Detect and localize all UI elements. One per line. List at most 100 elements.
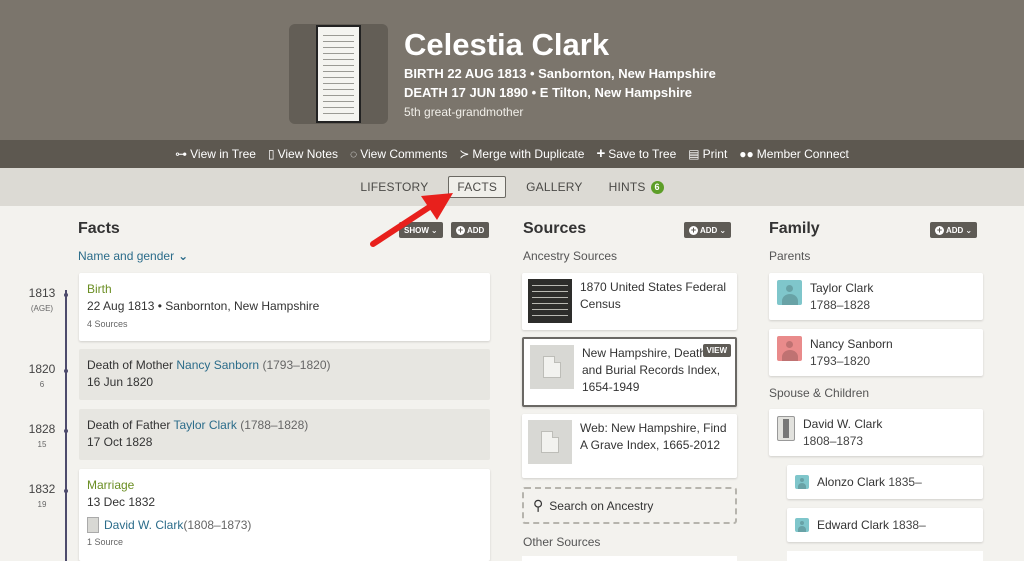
source-card[interactable]: 1870 United States Federal Census	[522, 273, 737, 330]
search-on-ancestry-button[interactable]: ⚲ Search on Ancestry	[522, 487, 737, 524]
timeline-year: 1832	[28, 482, 56, 496]
plus-icon: +	[596, 145, 606, 162]
hints-count-badge: 6	[650, 180, 664, 194]
sources-heading: Sources	[523, 220, 587, 237]
child-card[interactable]: Alonzo Clark 1835–	[787, 465, 983, 499]
person-dates: 1793–1820	[810, 354, 871, 368]
chevron-down-icon: ⌄	[965, 225, 973, 235]
print-button[interactable]: ▤ Print	[688, 147, 727, 161]
chevron-down-icon: ⌄	[178, 249, 189, 263]
tree-icon: ⊶	[175, 147, 188, 161]
source-title: Web: New Hampshire, Find A Grave Index, …	[580, 421, 727, 452]
view-button[interactable]: VIEW	[702, 344, 731, 357]
father-link[interactable]: Taylor Clark	[174, 418, 237, 432]
spouse-photo-icon	[87, 517, 99, 533]
person-name: Nancy Sanborn	[810, 337, 893, 351]
facts-heading: Facts	[78, 220, 120, 237]
search-icon: ⚲	[533, 497, 544, 513]
fact-detail: 17 Oct 1828	[87, 435, 153, 449]
timeline-age: (AGE)	[30, 304, 54, 313]
comments-icon: ◌	[350, 147, 358, 161]
relationship-label: 5th great-grandmother	[404, 105, 524, 119]
member-connect-button[interactable]: ●● Member Connect	[739, 147, 849, 161]
spouse-line: David W. Clark (1808–1873)	[87, 517, 482, 533]
timeline-age: 6	[39, 380, 45, 389]
spouse-children-label: Spouse & Children	[769, 386, 870, 400]
census-image-icon	[528, 279, 572, 323]
fact-card-marriage[interactable]: Marriage 13 Dec 1832 David W. Clark (180…	[79, 469, 490, 561]
family-add-button[interactable]: + ADD ⌄	[930, 222, 978, 238]
ancestry-sources-label: Ancestry Sources	[523, 249, 618, 263]
merge-with-duplicate-button[interactable]: ≻ Merge with Duplicate	[459, 147, 584, 161]
plus-icon: +	[935, 224, 944, 235]
notes-icon: ▯	[267, 147, 275, 161]
timeline-dot	[64, 489, 68, 493]
members-icon: ●●	[739, 147, 754, 161]
spouse-card[interactable]: David W. Clark 1808–1873	[769, 409, 983, 456]
person-dates: 1838–	[892, 517, 926, 532]
death-info: DEATH 17 JUN 1890 • E Tilton, New Hampsh…	[404, 85, 692, 100]
fact-sources: 1 Source	[87, 537, 124, 547]
document-icon	[528, 420, 572, 464]
fact-sources: 4 Sources	[87, 319, 128, 329]
person-header: Celestia Clark BIRTH 22 AUG 1813 • Sanbo…	[0, 0, 1024, 140]
child-card[interactable]	[787, 551, 983, 561]
tab-hints[interactable]: HINTS 6	[603, 176, 670, 198]
child-card[interactable]: Edward Clark 1838–	[787, 508, 983, 542]
female-avatar-icon	[777, 336, 802, 361]
person-name: Taylor Clark	[810, 281, 874, 295]
mother-link[interactable]: Nancy Sanborn	[176, 358, 259, 372]
fact-card-birth[interactable]: Birth 22 Aug 1813 • Sanbornton, New Hamp…	[79, 273, 490, 341]
annotation-arrow-icon	[370, 193, 453, 247]
person-dates: 1808–1873	[803, 434, 864, 448]
merge-icon: ≻	[459, 147, 470, 161]
fact-detail: 13 Dec 1832	[87, 495, 156, 509]
tab-gallery[interactable]: GALLERY	[520, 176, 589, 198]
source-card[interactable]: New Hampshire, Death and Burial Records …	[522, 337, 737, 407]
fact-card-death-of-mother[interactable]: Death of Mother Nancy Sanborn (1793–1820…	[79, 349, 490, 400]
chevron-down-icon: ⌄	[719, 225, 727, 235]
fact-title: Birth	[87, 282, 112, 296]
person-photo[interactable]	[289, 24, 388, 124]
source-card[interactable]	[522, 556, 737, 561]
save-to-tree-button[interactable]: + Save to Tree	[596, 145, 676, 162]
sources-add-button[interactable]: + ADD ⌄	[684, 222, 732, 238]
document-thumbnail-icon	[316, 25, 361, 123]
timeline-year: 1820	[28, 362, 56, 376]
male-avatar-icon	[795, 475, 809, 489]
parent-card-mother[interactable]: Nancy Sanborn 1793–1820	[769, 329, 983, 376]
view-in-tree-button[interactable]: ⊶ View in Tree	[175, 147, 256, 161]
view-notes-button[interactable]: ▯ View Notes	[268, 147, 338, 161]
person-dates: 1835–	[888, 474, 922, 489]
birth-info: BIRTH 22 AUG 1813 • Sanbornton, New Hamp…	[404, 66, 716, 81]
name-and-gender-toggle[interactable]: Name and gender ⌄	[78, 249, 188, 263]
timeline-dot	[64, 369, 68, 373]
document-icon	[530, 345, 574, 389]
male-avatar-icon	[777, 280, 802, 305]
timeline-line	[65, 290, 67, 561]
parent-card-father[interactable]: Taylor Clark 1788–1828	[769, 273, 983, 320]
action-bar: ⊶ View in Tree ▯ View Notes ◌ View Comme…	[0, 140, 1024, 168]
fact-detail: 22 Aug 1813 • Sanbornton, New Hampshire	[87, 299, 320, 313]
timeline-dot	[64, 429, 68, 433]
person-name: Edward Clark	[817, 517, 890, 532]
fact-card-death-of-father[interactable]: Death of Father Taylor Clark (1788–1828)…	[79, 409, 490, 460]
source-title: 1870 United States Federal Census	[580, 280, 727, 311]
person-name: David W. Clark	[803, 417, 883, 431]
page-tabs: LIFESTORY FACTS GALLERY HINTS 6	[0, 168, 1024, 206]
timeline-age: 19	[37, 500, 47, 509]
person-name: Celestia Clark	[404, 27, 610, 62]
print-icon: ▤	[688, 147, 700, 161]
person-dates: 1788–1828	[810, 298, 871, 312]
spouse-link[interactable]: David W. Clark	[104, 518, 183, 532]
other-sources-label: Other Sources	[523, 535, 601, 549]
family-heading: Family	[769, 220, 820, 237]
male-avatar-icon	[795, 518, 809, 532]
spouse-photo-icon	[777, 416, 795, 441]
fact-detail: 16 Jun 1820	[87, 375, 154, 389]
source-card[interactable]: Web: New Hampshire, Find A Grave Index, …	[522, 414, 737, 478]
timeline-age: 15	[37, 440, 47, 449]
view-comments-button[interactable]: ◌ View Comments	[350, 147, 447, 161]
parents-label: Parents	[769, 249, 811, 263]
timeline-dot	[64, 293, 68, 297]
